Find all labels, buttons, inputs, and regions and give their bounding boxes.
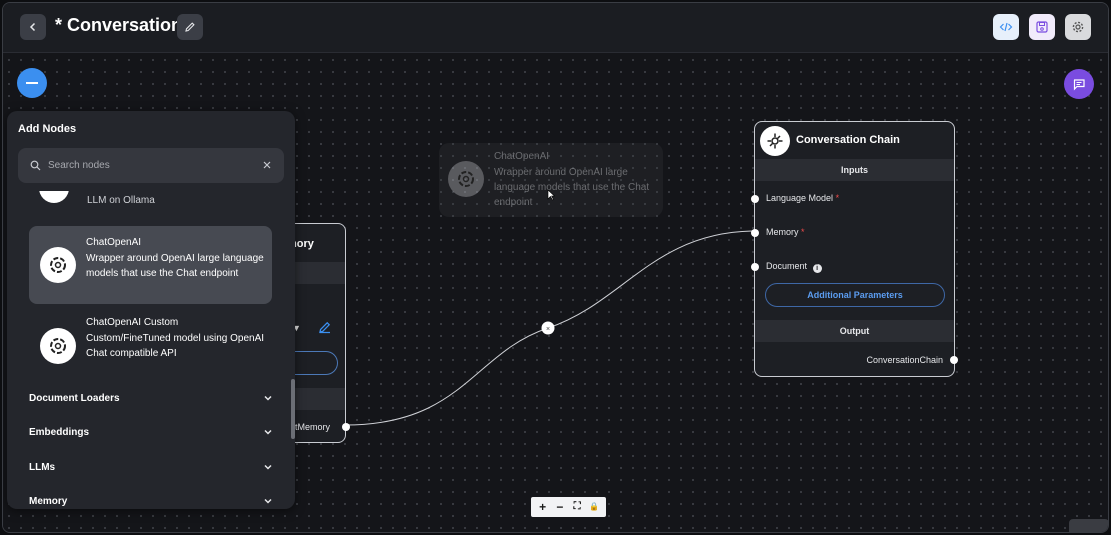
- minus-icon: [26, 82, 38, 84]
- chat-icon: [1073, 79, 1085, 91]
- node-item-name: ChatOpenAI Custom: [86, 317, 179, 328]
- chevron-down-icon: [264, 395, 272, 401]
- category-embeddings[interactable]: Embeddings: [29, 421, 273, 443]
- search-input[interactable]: [48, 157, 248, 174]
- output-label: ConversationChain: [866, 355, 943, 365]
- fit-view-button[interactable]: ⛶: [569, 497, 585, 517]
- param-document: Document i: [766, 261, 822, 273]
- node-item-name: ChatOpenAI: [86, 237, 142, 248]
- chain-node-title: Conversation Chain: [796, 134, 900, 146]
- close-icon[interactable]: [262, 160, 272, 170]
- language-model-handle[interactable]: [751, 195, 759, 203]
- search-icon: [30, 160, 41, 171]
- openai-icon: [40, 328, 76, 364]
- memory-output-label: atMemory: [290, 422, 331, 432]
- category-label: LLMs: [29, 461, 56, 473]
- collapse-nodes-button[interactable]: [17, 68, 47, 98]
- minimap-stub: [1069, 519, 1108, 532]
- output-handle[interactable]: [950, 356, 958, 364]
- category-document-loaders[interactable]: Document Loaders: [29, 387, 273, 409]
- node-item-chatopenai-custom[interactable]: ChatOpenAI Custom Custom/FineTuned model…: [29, 307, 272, 385]
- required-marker: *: [835, 193, 840, 203]
- drag-preview-description: Wrapper around OpenAI large language mod…: [494, 167, 650, 208]
- output-band: Output: [755, 320, 954, 342]
- add-nodes-panel: Add Nodes LLM on Ollama ChatOpenAI Wrapp…: [7, 111, 295, 509]
- info-icon[interactable]: i: [812, 264, 822, 273]
- edit-icon[interactable]: [318, 320, 332, 334]
- chain-icon: [760, 126, 790, 156]
- node-item-description: Wrapper around OpenAI large language mod…: [86, 253, 264, 279]
- param-label: Language Model: [766, 193, 834, 203]
- drag-preview: ChatOpenAI Wrapper around OpenAI large l…: [439, 143, 663, 217]
- list-item-partial-text: LLM on Ollama: [87, 195, 155, 206]
- drag-preview-title: ChatOpenAI: [494, 151, 550, 162]
- chevron-down-icon: [264, 429, 272, 435]
- zoom-controls: + − ⛶ 🔒: [531, 497, 606, 517]
- openai-icon: [448, 161, 484, 197]
- conversation-chain-node[interactable]: Conversation Chain Inputs Language Model…: [751, 121, 958, 377]
- category-label: Embeddings: [29, 426, 90, 438]
- param-language-model: Language Model *: [766, 193, 839, 203]
- search-box: [18, 148, 284, 183]
- list-item-partial[interactable]: LLM on Ollama: [29, 191, 269, 213]
- category-memory[interactable]: Memory: [29, 490, 273, 509]
- panel-title: Add Nodes: [18, 123, 77, 135]
- param-label: Memory: [766, 227, 799, 237]
- category-label: Memory: [29, 495, 68, 507]
- param-memory: Memory *: [766, 227, 805, 237]
- zoom-out-button[interactable]: −: [552, 497, 568, 517]
- inputs-band: Inputs: [755, 159, 954, 181]
- chevron-down-icon: [264, 498, 272, 504]
- node-item-chatopenai[interactable]: ChatOpenAI Wrapper around OpenAI large l…: [29, 226, 272, 304]
- document-handle[interactable]: [751, 263, 759, 271]
- zoom-in-button[interactable]: +: [535, 497, 551, 517]
- memory-handle[interactable]: [751, 229, 759, 237]
- edge-delete-glyph: ×: [546, 326, 550, 333]
- node-item-description: Custom/FineTuned model using OpenAI Chat…: [86, 333, 265, 359]
- additional-parameters-button[interactable]: Additional Parameters: [765, 283, 945, 307]
- lock-button[interactable]: 🔒: [586, 497, 602, 517]
- chevron-down-icon: [264, 464, 272, 470]
- ollama-icon: [39, 191, 69, 203]
- openai-icon: [40, 247, 76, 283]
- memory-output-handle[interactable]: [342, 423, 350, 431]
- panel-scrollbar[interactable]: [291, 379, 295, 439]
- param-label: Document: [766, 261, 808, 271]
- category-llms[interactable]: LLMs: [29, 456, 273, 478]
- chat-button[interactable]: [1064, 69, 1094, 99]
- app-window: * Conversation × ChatOpenAI Wrapper arou…: [2, 2, 1109, 533]
- cursor-icon: [547, 189, 555, 201]
- required-marker: *: [801, 227, 805, 237]
- category-label: Document Loaders: [29, 392, 120, 404]
